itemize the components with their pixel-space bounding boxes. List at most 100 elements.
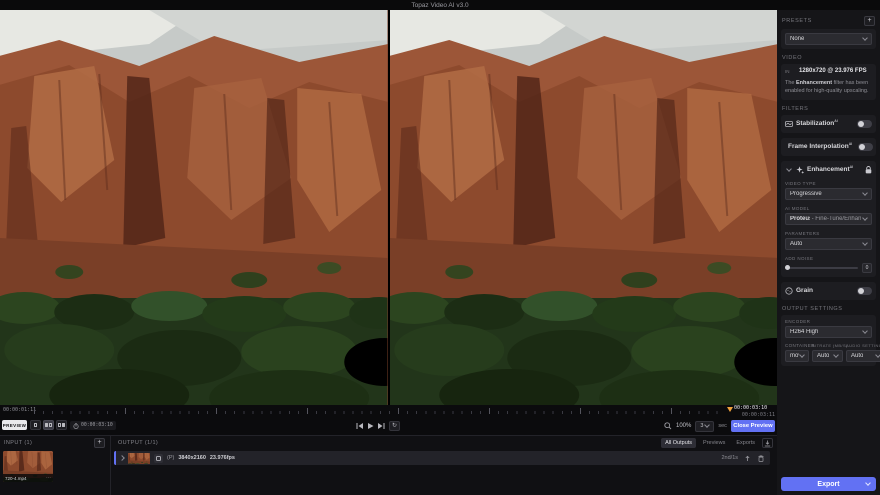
output-section-label: Output (1/1) <box>118 440 159 446</box>
ai-model-label: AI Model <box>785 205 810 211</box>
chevron-down-icon <box>862 189 868 196</box>
presets-panel: None <box>781 29 876 49</box>
parameters-label: Parameters <box>785 230 820 236</box>
step-forward-button[interactable] <box>378 422 385 430</box>
container-select[interactable]: mov <box>785 349 809 362</box>
enhancement-label: EnhancementAI <box>807 165 854 174</box>
arrow-up-icon <box>745 455 749 461</box>
frame-interpolation-panel[interactable]: Frame InterpolationAI <box>781 137 876 156</box>
preview-duration[interactable]: 00:00:03:10 <box>70 421 116 430</box>
view-mode-single-button[interactable] <box>30 420 41 430</box>
loop-icon: ↻ <box>391 423 398 429</box>
collapse-chevron-icon[interactable] <box>786 166 792 172</box>
output-status: 2nd/1s <box>721 455 738 461</box>
current-time: 00:00:03:10 <box>734 405 768 411</box>
step-back-button[interactable] <box>356 422 363 430</box>
view-mode-split-button[interactable] <box>43 420 54 430</box>
output-fps: 23.976fps <box>209 455 235 461</box>
chevron-down-icon <box>865 480 871 486</box>
bitrate-label: Bitrate (MB/S) <box>812 342 848 348</box>
add-input-button[interactable]: + <box>94 438 105 448</box>
export-label: Export <box>817 480 840 488</box>
grain-panel[interactable]: Grain <box>781 281 876 300</box>
frame-interpolation-label: Frame InterpolationAI <box>788 142 853 151</box>
export-button[interactable]: Export <box>781 477 876 491</box>
input-section-label: Input (1) <box>4 440 33 446</box>
add-noise-slider[interactable] <box>785 264 858 270</box>
video-panel: IN 1280x720 @ 23.976 FPS OUT 3840x2160 (… <box>781 64 876 100</box>
play-button[interactable] <box>367 422 374 430</box>
bitrate-select[interactable]: Auto <box>812 349 843 362</box>
zoom-level[interactable]: 100% <box>676 423 691 429</box>
title-bar: Topaz Video AI v3.0 <box>0 0 880 10</box>
grain-toggle[interactable] <box>857 286 872 295</box>
tab-exports[interactable]: Exports <box>732 438 759 448</box>
playhead-marker-icon[interactable] <box>727 407 733 415</box>
chevron-down-icon <box>862 214 868 221</box>
app-title: Topaz Video AI v3.0 <box>411 1 469 9</box>
add-preset-button[interactable]: + <box>864 16 875 26</box>
stabilization-label: StabilizationAI <box>796 119 838 128</box>
audio-settings-select[interactable]: Auto <box>846 349 880 362</box>
stabilization-toggle[interactable] <box>857 119 872 128</box>
zoom-icon[interactable] <box>664 422 672 430</box>
stabilization-panel[interactable]: StabilizationAI <box>781 114 876 133</box>
settings-sidebar: Presets + None Video IN 1280x720 @ 23.97… <box>777 10 880 495</box>
encoder-label: Encoder <box>785 318 811 324</box>
video-pane-original[interactable] <box>0 10 388 405</box>
output-tabs: All Outputs Previews Exports <box>661 438 773 448</box>
more-options-icon[interactable]: ⋯ <box>46 475 51 481</box>
parameters-select[interactable]: Auto <box>785 237 872 250</box>
bitrate-value: Auto <box>817 352 830 359</box>
chevron-down-icon <box>875 351 880 358</box>
media-panel: Input (1) + 720-4.mp4 ⋯ Output (1/1) All… <box>0 435 777 495</box>
chevron-down-icon <box>862 239 868 246</box>
tab-all-outputs[interactable]: All Outputs <box>661 438 697 448</box>
chevron-down-icon <box>833 351 839 358</box>
topaz-video-ai-window: Topaz Video AI v3.0 Presets + None Video… <box>0 0 880 495</box>
output-badge-icon <box>154 453 163 463</box>
loop-button[interactable]: ↻ <box>389 421 400 431</box>
preview-seconds-select[interactable]: 3 <box>695 420 715 432</box>
input-filename: 720-4.mp4 <box>5 475 27 481</box>
timeline[interactable]: 00:00:01:11 00:00:03:10 00:00:03:11 <box>0 404 777 418</box>
ai-model-name: Proteus <box>790 215 810 222</box>
parameters-value: Auto <box>790 240 803 247</box>
preview-seconds-value: 3 <box>700 423 704 429</box>
timeline-start-time: 00:00:01:11 <box>3 407 37 413</box>
close-preview-button[interactable]: Close Preview <box>730 420 775 432</box>
in-badge: IN <box>785 68 790 74</box>
video-type-value: Progressive <box>790 190 822 197</box>
plus-icon: + <box>867 17 872 24</box>
grain-icon <box>785 286 793 295</box>
preset-value: None <box>790 36 805 42</box>
add-noise-value[interactable]: 0 <box>862 262 872 273</box>
lock-icon[interactable] <box>865 165 872 174</box>
preview-button[interactable]: PREVIEW <box>2 420 27 430</box>
download-button[interactable] <box>762 438 773 448</box>
chevron-right-icon[interactable] <box>119 455 125 461</box>
video-pane-enhanced[interactable] <box>389 10 777 405</box>
enhancement-icon <box>796 165 804 173</box>
output-row[interactable]: (P) 3840x2160 23.976fps 2nd/1s <box>114 451 770 465</box>
frame-interpolation-toggle[interactable] <box>858 142 874 151</box>
filters-section-label: Filters <box>782 105 809 112</box>
timeline-ruler[interactable] <box>34 408 722 414</box>
preset-select[interactable]: None <box>785 33 872 45</box>
chevron-down-icon <box>704 422 711 428</box>
enhancement-panel: EnhancementAI Video Type Progressive AI … <box>781 160 876 277</box>
chevron-down-icon <box>862 327 868 334</box>
input-thumbnail[interactable]: 720-4.mp4 ⋯ <box>3 451 53 482</box>
delete-row-button[interactable] <box>756 453 766 463</box>
container-label: Container <box>785 342 815 348</box>
transport-bar: PREVIEW 00:00:03:10 ↻ 100% 3 sec Close P… <box>0 417 777 435</box>
ai-model-select[interactable]: Proteus - Fine-Tune/Enhance <box>785 212 872 225</box>
encoder-select[interactable]: H264 High <box>785 325 872 338</box>
presets-label: Presets <box>782 18 812 24</box>
video-type-select[interactable]: Progressive <box>785 187 872 200</box>
tab-previews[interactable]: Previews <box>699 438 729 448</box>
container-value: mov <box>790 352 799 359</box>
add-noise-label: Add Noise <box>785 255 814 261</box>
view-mode-side-by-side-button[interactable] <box>56 420 67 430</box>
export-row-button[interactable] <box>742 453 752 463</box>
